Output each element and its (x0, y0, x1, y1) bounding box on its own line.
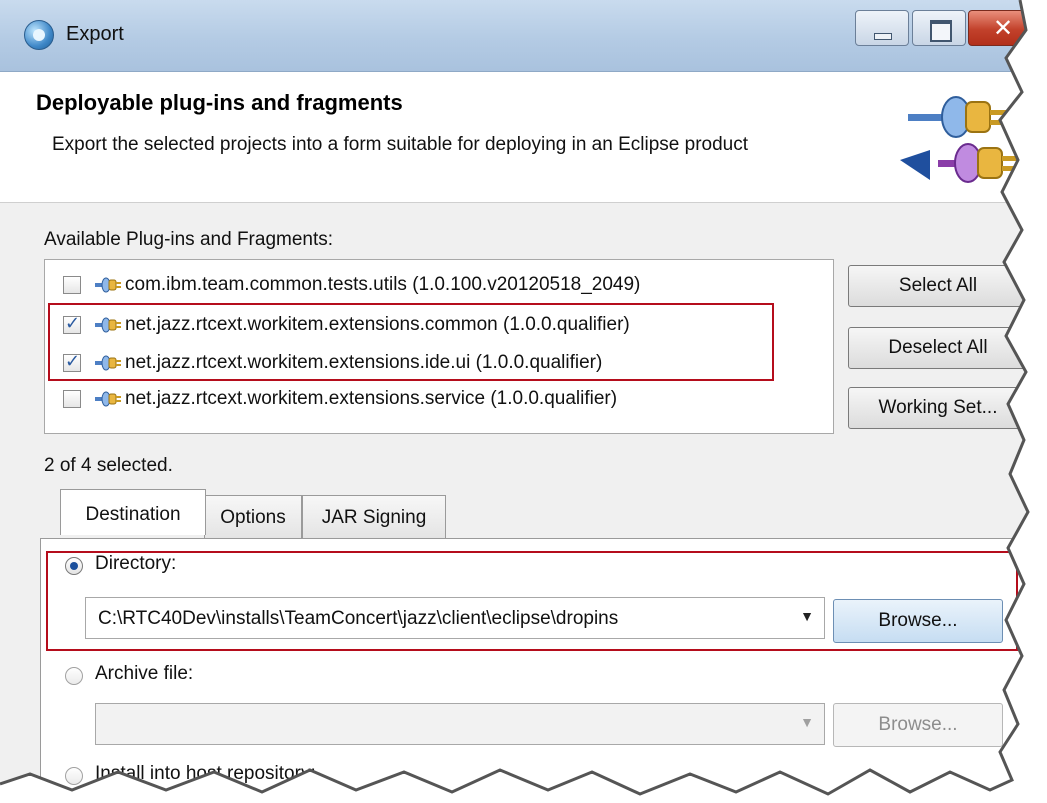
window-title: Export (66, 23, 124, 45)
plugin-name: com.ibm.team.common.tests.utils (1.0.100… (125, 274, 641, 295)
archive-label: Archive file: (95, 663, 194, 684)
plugin-checkbox[interactable] (63, 313, 81, 334)
directory-label: Directory: (95, 553, 177, 574)
plugin-name: net.jazz.rtcext.workitem.extensions.serv… (125, 388, 618, 409)
directory-radio[interactable] (65, 557, 83, 575)
deselect-all-button[interactable]: Deselect All (848, 327, 1028, 369)
working-set-button[interactable]: Working Set... (848, 387, 1028, 429)
wizard-page-title: Deployable plug-ins and fragments (36, 90, 403, 115)
plugin-connector-icon (900, 96, 1020, 183)
eclipse-icon (24, 20, 54, 50)
close-button[interactable] (968, 10, 1040, 46)
export-dialog: Export Deployable plug-ins and fragments… (0, 0, 1047, 803)
directory-path: C:\RTC40Dev\installs\TeamConcert\jazz\cl… (98, 608, 619, 629)
destination-panel: Directory: C:\RTC40Dev\installs\TeamConc… (40, 538, 1030, 803)
title-bar[interactable]: Export (0, 0, 1047, 72)
chevron-down-icon[interactable]: ▼ (800, 608, 814, 624)
selection-status: 2 of 4 selected. (44, 455, 173, 476)
list-item[interactable]: com.ibm.team.common.tests.utils (1.0.100… (45, 268, 833, 302)
plugins-list-label: Available Plug-ins and Fragments: (44, 229, 334, 250)
plugin-checkbox[interactable] (63, 390, 81, 408)
list-item[interactable]: net.jazz.rtcext.workitem.extensions.ide.… (45, 346, 833, 380)
archive-combo[interactable]: ▼ (95, 703, 825, 745)
wizard-body: Available Plug-ins and Fragments: com.ib… (0, 203, 1047, 803)
install-radio[interactable] (65, 767, 83, 785)
plugin-name: net.jazz.rtcext.workitem.extensions.comm… (125, 314, 630, 335)
plugin-icon (95, 317, 121, 333)
archive-browse-button[interactable]: Browse... (833, 703, 1003, 747)
plugin-icon (95, 391, 121, 407)
list-item[interactable]: net.jazz.rtcext.workitem.extensions.comm… (45, 308, 833, 342)
chevron-down-icon[interactable]: ▼ (800, 714, 814, 730)
tab-jar-signing[interactable]: JAR Signing (302, 495, 446, 539)
install-label: Install into host repository: (95, 763, 316, 784)
select-all-button[interactable]: Select All (848, 265, 1028, 307)
wizard-header: Deployable plug-ins and fragments Export… (0, 72, 1047, 203)
plugin-icon (95, 355, 121, 371)
plugin-name: net.jazz.rtcext.workitem.extensions.ide.… (125, 352, 603, 373)
list-item[interactable]: net.jazz.rtcext.workitem.extensions.serv… (45, 382, 833, 416)
tab-destination[interactable]: Destination (60, 489, 206, 535)
plugin-icon (95, 277, 121, 293)
directory-browse-button[interactable]: Browse... (833, 599, 1003, 643)
minimize-button[interactable] (855, 10, 909, 46)
plugin-checkbox[interactable] (63, 276, 81, 294)
maximize-button[interactable] (912, 10, 966, 46)
plugins-list[interactable]: com.ibm.team.common.tests.utils (1.0.100… (44, 259, 834, 434)
archive-radio[interactable] (65, 667, 83, 685)
plugin-checkbox[interactable] (63, 351, 81, 372)
tab-options[interactable]: Options (204, 495, 302, 539)
wizard-page-description: Export the selected projects into a form… (52, 134, 748, 155)
directory-combo[interactable]: C:\RTC40Dev\installs\TeamConcert\jazz\cl… (85, 597, 825, 639)
